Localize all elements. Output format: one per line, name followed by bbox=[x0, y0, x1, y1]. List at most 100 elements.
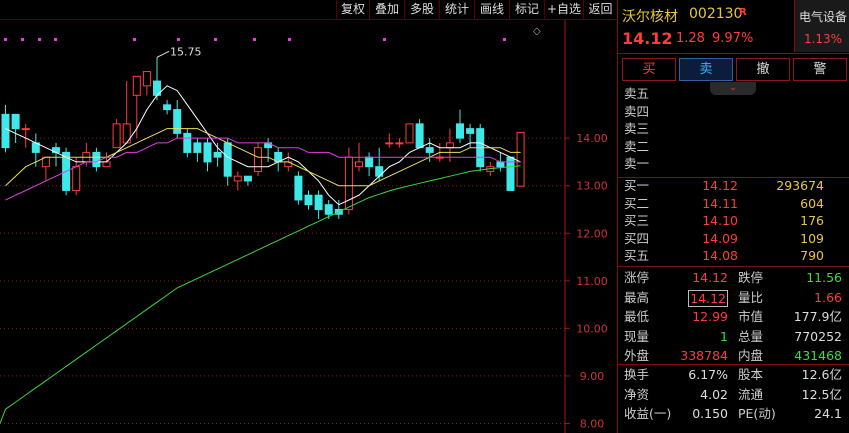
chart-toolbar: 复权 叠加 多股 统计 画线 标记 +自选 返回 bbox=[0, 0, 617, 20]
stat-label: 股本 bbox=[738, 367, 764, 382]
stock-name: 沃尔核材 bbox=[622, 9, 678, 25]
overlay-button[interactable]: 叠加 bbox=[369, 0, 404, 19]
diamond-icon: ◇ bbox=[533, 26, 541, 37]
candle-body bbox=[92, 151, 101, 168]
stat-label: 现量 bbox=[624, 328, 650, 344]
candle-body bbox=[132, 75, 141, 96]
candle-body bbox=[173, 109, 182, 134]
event-marker bbox=[4, 38, 7, 41]
candle-body bbox=[405, 123, 414, 144]
stat-value: 177.9亿 bbox=[793, 309, 842, 324]
stat-row: 现量 1 总量 770252 bbox=[618, 329, 849, 345]
buy-level-volume: 604 bbox=[800, 195, 824, 211]
candle-body bbox=[314, 194, 323, 210]
back-button[interactable]: 返回 bbox=[583, 0, 617, 19]
candle-body bbox=[243, 175, 252, 182]
candlestick-chart[interactable]: 8.00 9.00 10.00 11.00 12.00 13.00 14.00 ◇ 15.75 bbox=[0, 20, 617, 433]
candle-body bbox=[112, 123, 121, 149]
stat-label: 总量 bbox=[738, 328, 764, 344]
mark-button[interactable]: 标记 bbox=[509, 0, 544, 19]
candle-body bbox=[193, 142, 202, 153]
y-tick-label: 13.00 bbox=[576, 180, 608, 193]
moving-average-line bbox=[5, 85, 521, 206]
fuquan-button[interactable]: 复权 bbox=[336, 0, 369, 19]
buy-button[interactable]: 买 bbox=[622, 58, 676, 81]
buy-level-volume: 176 bbox=[800, 213, 824, 228]
candle-body bbox=[456, 123, 464, 139]
stat-value: 12.99 bbox=[692, 309, 728, 324]
candle-body bbox=[142, 71, 151, 87]
candle-body bbox=[395, 142, 404, 145]
stat-row: 最低 12.99 市值 177.9亿 bbox=[618, 309, 849, 325]
sector-box[interactable]: 电气设备 1.13% bbox=[794, 0, 849, 52]
stat-value: 0.150 bbox=[692, 406, 728, 421]
stat-row: 涨停 14.12 跌停 11.56 bbox=[618, 270, 849, 286]
candle-body bbox=[415, 123, 424, 149]
y-tick-label: 14.00 bbox=[576, 132, 608, 145]
buy-level-price: 14.11 bbox=[702, 195, 738, 211]
candle-body bbox=[324, 204, 333, 215]
candle-body bbox=[21, 128, 30, 131]
stat-value: 338784 bbox=[680, 348, 728, 363]
candle-body bbox=[355, 161, 363, 168]
buy-level-label: 买一 bbox=[624, 178, 650, 193]
event-marker bbox=[177, 38, 180, 41]
sector-change: 1.13% bbox=[803, 32, 843, 46]
stat-row: 最高 14.12 量比 1.66 bbox=[618, 289, 849, 307]
y-tick-label: 10.00 bbox=[576, 322, 608, 335]
event-marker bbox=[253, 38, 256, 41]
y-tick-label: 9.00 bbox=[580, 370, 605, 383]
event-marker bbox=[54, 38, 57, 41]
stat-label: 跌停 bbox=[738, 270, 764, 285]
candle-body bbox=[183, 132, 192, 153]
price-change: 1.28 bbox=[676, 31, 705, 46]
candle-body bbox=[466, 128, 475, 134]
multi-stock-button[interactable]: 多股 bbox=[404, 0, 439, 19]
stat-value: 11.56 bbox=[806, 270, 842, 285]
stat-label: 最高 bbox=[624, 289, 650, 305]
sell-level-label: 卖三 bbox=[624, 121, 650, 136]
event-marker bbox=[503, 38, 506, 41]
y-tick-label: 12.00 bbox=[576, 227, 608, 240]
event-marker bbox=[383, 38, 386, 41]
buy-level-price: 14.08 bbox=[702, 248, 738, 263]
sell-level-row: 卖五 bbox=[618, 86, 849, 102]
stat-value: 431468 bbox=[794, 348, 842, 363]
sell-level-row: 卖四 bbox=[618, 104, 849, 120]
buy-level-price: 14.10 bbox=[702, 213, 738, 228]
stat-label: 收益(一) bbox=[624, 406, 672, 421]
buy-level-row: 买一 14.12 293674 bbox=[618, 178, 849, 194]
draw-line-button[interactable]: 画线 bbox=[474, 0, 509, 19]
stat-label: 换手 bbox=[624, 367, 650, 382]
stat-label: 市值 bbox=[738, 309, 764, 324]
buy-level-price: 14.12 bbox=[702, 178, 738, 193]
stat-value: 24.1 bbox=[814, 406, 842, 421]
stat-label: 净资 bbox=[624, 386, 650, 402]
buy-level-volume: 293674 bbox=[776, 178, 824, 193]
stat-value: 6.17% bbox=[688, 367, 728, 382]
cancel-order-button[interactable]: 撤 bbox=[736, 58, 790, 81]
y-tick-label: 11.00 bbox=[576, 275, 608, 288]
stat-row: 净资 4.02 流通 12.5亿 bbox=[618, 387, 849, 403]
sell-level-label: 卖二 bbox=[624, 138, 650, 154]
chart-canvas: 8.00 9.00 10.00 11.00 12.00 13.00 14.00 ◇ 15.75 bbox=[0, 20, 608, 433]
buy-level-row: 买二 14.11 604 bbox=[618, 196, 849, 212]
y-tick-label: 8.00 bbox=[580, 417, 605, 430]
candle-body bbox=[11, 113, 20, 130]
sector-name: 电气设备 bbox=[798, 10, 847, 24]
stat-label: 外盘 bbox=[624, 348, 650, 363]
candle-body bbox=[365, 156, 374, 168]
event-marker bbox=[21, 38, 24, 41]
alert-button[interactable]: 警 bbox=[793, 58, 847, 81]
candle-body bbox=[203, 142, 212, 163]
buy-level-volume: 109 bbox=[800, 230, 824, 246]
sell-level-label: 卖四 bbox=[624, 103, 650, 119]
statistics-button[interactable]: 统计 bbox=[439, 0, 474, 19]
candle-body bbox=[385, 142, 394, 145]
sell-button[interactable]: 卖 bbox=[679, 58, 733, 81]
event-marker bbox=[38, 38, 41, 41]
add-watchlist-button[interactable]: +自选 bbox=[544, 0, 583, 19]
stat-value: 1 bbox=[720, 328, 728, 344]
candle-body bbox=[375, 166, 384, 177]
stat-value: 14.12 bbox=[688, 289, 728, 307]
